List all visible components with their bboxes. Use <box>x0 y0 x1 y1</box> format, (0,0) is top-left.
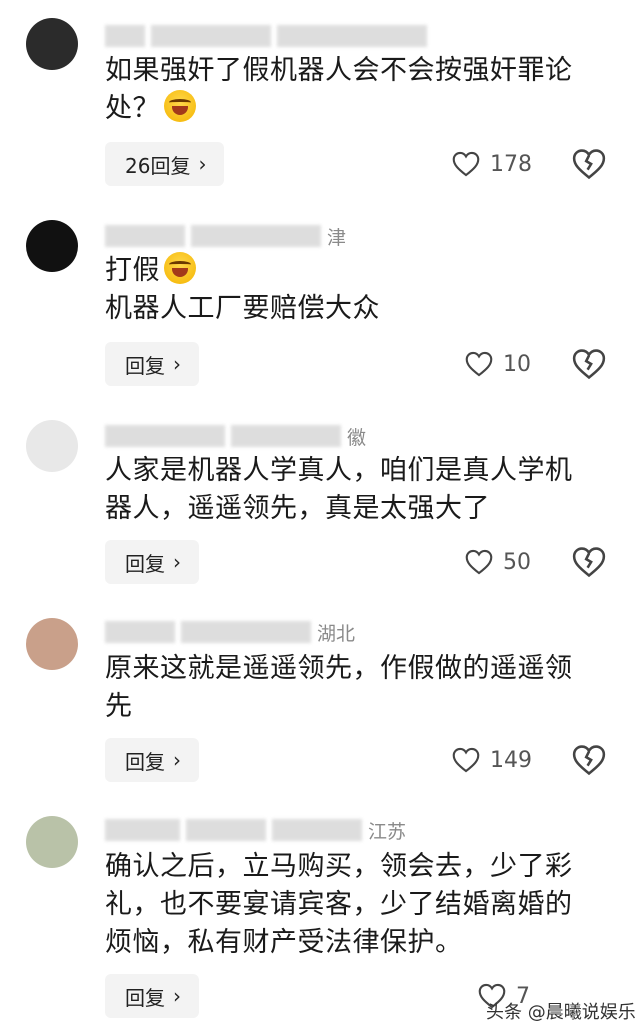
reply-button[interactable]: 回复 › <box>105 738 199 782</box>
comment-meta: 津 <box>105 224 347 249</box>
chevron-right-icon: › <box>173 352 181 376</box>
heart-icon <box>452 747 480 773</box>
avatar[interactable] <box>26 816 78 868</box>
comment-meta <box>105 24 427 48</box>
location-text: 江苏 <box>368 820 407 843</box>
like-count: 149 <box>490 747 532 773</box>
like-button[interactable]: 178 <box>452 144 532 184</box>
reply-button[interactable]: 回复 › <box>105 974 199 1018</box>
chevron-right-icon: › <box>173 748 181 772</box>
location-text: 湖北 <box>317 622 356 645</box>
chevron-right-icon: › <box>173 550 181 574</box>
like-button[interactable]: 50 <box>465 542 531 582</box>
comment-text: 确认之后，立马购买，领会去，少了彩 礼，也不要宴请宾客，少了结婚离婚的 烦恼，私… <box>105 851 573 958</box>
username-blur <box>186 819 266 841</box>
comment-meta: 江苏 <box>105 818 407 843</box>
heart-icon <box>465 351 493 377</box>
like-count: 178 <box>490 151 532 177</box>
avatar[interactable] <box>26 618 78 670</box>
comment-text: 打假 机器人工厂要赔偿大众 <box>105 252 605 328</box>
comment-meta: 湖北 <box>105 620 356 645</box>
heart-icon <box>465 549 493 575</box>
like-button[interactable]: 10 <box>465 344 531 384</box>
timestamp-blur <box>231 425 341 447</box>
reply-label: 回复 <box>125 353 165 378</box>
reply-label: 26回复 <box>125 153 191 178</box>
laughing-crying-emoji-icon <box>164 90 196 122</box>
like-count: 50 <box>503 549 531 575</box>
broken-heart-icon[interactable] <box>572 545 606 579</box>
reply-button[interactable]: 回复 › <box>105 342 199 386</box>
reply-label: 回复 <box>125 985 165 1010</box>
watermark-text: 头条 @晨曦说娱乐 <box>486 1002 636 1023</box>
timestamp-blur <box>191 225 321 247</box>
timestamp-blur <box>277 25 427 47</box>
timestamp-blur <box>181 621 311 643</box>
broken-heart-icon[interactable] <box>572 347 606 381</box>
reply-label: 回复 <box>125 749 165 774</box>
avatar[interactable] <box>26 18 78 70</box>
location-text: 徽 <box>347 426 367 449</box>
username-blur <box>151 25 271 47</box>
location-text: 津 <box>327 226 347 249</box>
laughing-crying-emoji-icon <box>164 252 196 284</box>
like-count: 10 <box>503 351 531 377</box>
username-blur <box>105 425 225 447</box>
broken-heart-icon[interactable] <box>572 147 606 181</box>
timestamp-blur <box>272 819 362 841</box>
avatar[interactable] <box>26 420 78 472</box>
chevron-right-icon: › <box>173 984 181 1008</box>
comment-text: 如果强奸了假机器人会不会按强奸罪论 处？ <box>105 55 573 124</box>
comment-text: 人家是机器人学真人，咱们是真人学机 器人，遥遥领先，真是太强大了 <box>105 455 573 524</box>
reply-button[interactable]: 26回复 › <box>105 142 225 186</box>
comment-meta: 徽 <box>105 424 367 449</box>
avatar[interactable] <box>26 220 78 272</box>
username-blur <box>105 25 145 47</box>
reply-label: 回复 <box>125 551 165 576</box>
comment-text: 原来这就是遥遥领先，作假做的遥遥领 先 <box>105 653 573 722</box>
chevron-right-icon: › <box>198 152 207 176</box>
like-button[interactable]: 149 <box>452 740 532 780</box>
username-blur <box>105 819 180 841</box>
watermark: 头条 @晨曦说娱乐 <box>486 998 636 1024</box>
broken-heart-icon[interactable] <box>572 743 606 777</box>
username-blur <box>105 621 175 643</box>
reply-button[interactable]: 回复 › <box>105 540 199 584</box>
username-blur <box>105 225 185 247</box>
heart-icon <box>452 151 480 177</box>
